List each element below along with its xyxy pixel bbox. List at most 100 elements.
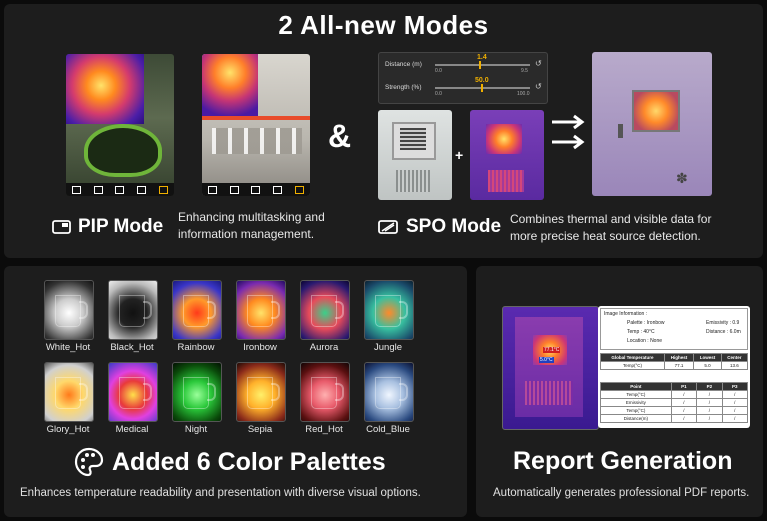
ampersand: & [328,118,352,154]
table-cell: / [721,390,749,399]
arrow-icon [552,114,585,150]
table-cell: / [721,414,749,423]
table-cell: / [670,414,698,423]
table-row: Temp(°C) / / / [600,406,749,415]
table-cell: / [696,398,723,407]
thermal-lower-vent [488,170,524,192]
spo-slider-panel: Distance (m) 1.4 0.0 9.5 ↺ Strength (%) … [378,52,548,104]
pip-description: Enhancing multitasking and information m… [178,209,325,243]
table-header-cell: Center [720,353,749,362]
distance-unit: (m) [412,61,422,68]
mug-icon [311,377,337,409]
palette-swatch[interactable] [44,362,94,422]
spo-result-image: ✽ [592,52,712,196]
table-cell: 13.6 [720,361,749,370]
palette-swatch[interactable] [108,280,158,340]
table-cell: / [670,390,698,399]
table-header-cell: Lowest [693,353,722,362]
palette-swatch[interactable] [44,280,94,340]
palette-swatch[interactable] [236,362,286,422]
report-heading: Report Generation [513,447,733,475]
report-thermal-image: 77.1°C 5.0°C [502,306,599,430]
pip-toolbar [66,183,174,196]
table-row: Temp(°C) / / / [600,390,749,399]
mug-icon [55,377,81,409]
table-cell: / [670,406,698,415]
spo-mode-label: SPO Mode [378,216,501,238]
mug-icon [375,295,401,327]
spo-desc-line1: Combines thermal and visible data for [510,212,712,226]
palette-swatch[interactable] [300,362,350,422]
palette-swatch[interactable] [364,362,414,422]
report-location: Location : None [627,338,663,344]
table-cell: Distance(m) [600,414,672,423]
thermal-stripe [202,116,310,120]
palette-swatch[interactable] [364,280,414,340]
palette-swatch[interactable] [108,362,158,422]
palette-icon [74,447,104,477]
spo-icon [378,220,398,234]
point-table: Point P1 P2 P3 Temp(°C) / / / Emissivity / / / Temp(… [600,382,749,423]
table-header-cell: P1 [670,382,698,391]
table-cell: / [696,406,723,415]
table-header-cell: P2 [696,382,723,391]
door-handle [618,124,623,138]
report-lower-vent [525,381,573,405]
spo-mode-text: SPO Mode [406,216,502,237]
strength-unit: (%) [411,84,422,91]
palettes-heading-text: Added 6 Color Palettes [112,447,386,476]
strength-reset-icon[interactable]: ↺ [535,82,542,91]
table-cell: 77.1 [663,361,695,370]
mug-icon [119,377,145,409]
pip-thermal-window [202,54,258,116]
mug-icon [311,295,337,327]
report-distance: Distance : 6.0m [706,329,741,335]
report-max-marker: 77.1°C [543,347,561,353]
spo-visible-image [378,110,452,200]
mug-icon [183,377,209,409]
table-cell: Emissivity [600,398,672,407]
palette-swatch[interactable] [236,280,286,340]
distance-slider[interactable]: Distance (m) 1.4 0.0 9.5 ↺ [385,54,542,77]
table-row: Distance(m) / / / [600,414,749,423]
strength-value: 50.0 [475,77,489,84]
report-min-marker: 5.0°C [539,357,554,363]
pip-mode-label: PIP Mode [52,216,163,238]
pip-thermal-window [66,54,144,124]
distance-reset-icon[interactable]: ↺ [535,59,542,68]
mug-icon [119,295,145,327]
palette-swatch[interactable] [172,280,222,340]
pip-mode-text: PIP Mode [78,216,164,237]
spo-description: Combines thermal and visible data for mo… [510,211,711,245]
table-header-cell: P3 [721,382,749,391]
table-cell: Temp(°C) [600,406,672,415]
strength-slider[interactable]: Strength (%) 50.0 0.0 100.0 ↺ [385,77,542,100]
table-cell: / [721,406,749,415]
palette-label: Cold_Blue [366,424,410,435]
table-header-cell: Point [600,382,672,391]
table-cell: Temp(°C) [600,361,665,370]
pip-desc-line2: information management. [178,227,315,241]
palette-swatch[interactable] [172,362,222,422]
distance-max: 9.5 [521,68,528,74]
mug-icon [247,295,273,327]
strength-label: Strength [385,84,410,91]
table-cell: / [696,414,723,423]
pip-desc-line1: Enhancing multitasking and [178,210,325,224]
report-document: Image Information : Palette : Ironbow Em… [598,306,750,428]
strength-max: 100.0 [517,91,530,97]
pip-screenshot-1 [66,54,174,196]
distance-value: 1.4 [477,54,487,61]
table-cell: 5.0 [693,361,722,370]
distance-thumb[interactable] [479,61,481,69]
pip-screenshot-2 [202,54,310,196]
table-row: Temp(°C) 77.1 5.0 13.6 [600,361,749,370]
table-row: Emissivity / / / [600,398,749,407]
strength-thumb[interactable] [481,84,483,92]
strength-min: 0.0 [435,91,442,97]
spo-thermal-image [470,110,544,200]
result-fan [632,90,680,132]
palette-swatch[interactable] [300,280,350,340]
table-header-cell: Highest [663,353,695,362]
result-fan-icon: ✽ [676,170,688,186]
